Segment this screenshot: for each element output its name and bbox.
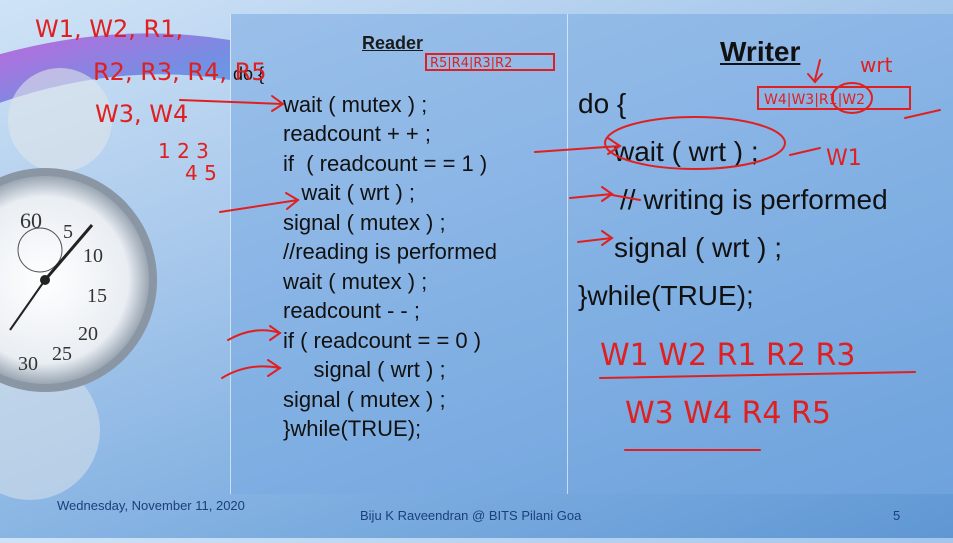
reader-code-line: readcount - - ; <box>283 298 420 323</box>
writer-code-line: do { <box>578 88 627 119</box>
stopwatch-decoration: 60 5 10 15 20 25 30 <box>0 0 230 538</box>
reader-code-line: signal ( mutex ) ; <box>283 209 446 235</box>
reader-code-line: if ( readcount = = 1 ) <box>283 150 488 176</box>
footer-author: Biju K Raveendran @ BITS Pilani Goa <box>360 508 582 523</box>
writer-code-line: signal ( wrt ) ; <box>614 232 783 263</box>
footer-date: Wednesday, November 11, 2020 <box>57 498 245 513</box>
slide: 60 5 10 15 20 25 30 Reader Writer do { w… <box>0 0 953 538</box>
writer-code-line: // writing is performed <box>620 184 888 215</box>
page-number: 5 <box>893 508 901 523</box>
reader-code-block: do { wait ( mutex ) ; readcount + + ; if… <box>233 60 497 444</box>
svg-text:60: 60 <box>20 208 42 233</box>
reader-code-line: do { <box>233 64 265 84</box>
svg-text:15: 15 <box>87 285 107 307</box>
svg-text:25: 25 <box>52 343 72 365</box>
writer-title: Writer <box>720 36 801 67</box>
svg-text:20: 20 <box>78 323 98 345</box>
reader-code-line: wait ( mutex ) ; <box>283 268 428 294</box>
reader-code-line: wait ( mutex ) ; <box>283 91 428 117</box>
svg-text:30: 30 <box>18 353 38 375</box>
reader-title: Reader <box>362 33 424 53</box>
reader-code-line: signal ( wrt ) ; <box>283 357 446 382</box>
reader-code-line: wait ( wrt ) ; <box>283 180 415 205</box>
stopwatch-icon: 60 5 10 15 20 25 30 <box>0 33 230 500</box>
reader-code-line: //reading is performed <box>283 239 497 264</box>
writer-code-line: wait ( wrt ) ; <box>614 136 759 167</box>
svg-text:10: 10 <box>83 245 103 267</box>
reader-code-line: if ( readcount = = 0 ) <box>283 327 482 353</box>
writer-code-line: }while(TRUE); <box>578 280 754 311</box>
writer-code-block: do { wait ( wrt ) ; // writing is perfor… <box>578 80 888 320</box>
reader-code-line: readcount + + ; <box>283 121 431 146</box>
column-divider <box>567 14 568 494</box>
reader-code-line: signal ( mutex ) ; <box>283 386 446 412</box>
svg-text:5: 5 <box>63 221 73 243</box>
reader-code-line: }while(TRUE); <box>283 416 422 441</box>
